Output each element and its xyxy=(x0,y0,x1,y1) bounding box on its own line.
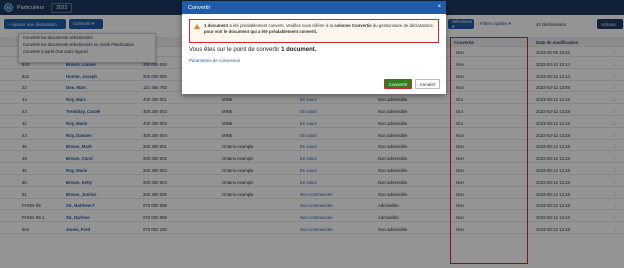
warning-text-2: du gestionnaire de déclarations xyxy=(371,23,433,28)
warning-icon xyxy=(194,24,200,29)
warning-text-1: a été préalablement converti. Veuillez v… xyxy=(228,23,335,28)
question-count: 1 document. xyxy=(281,47,317,53)
dialog-header: Convertir × xyxy=(182,1,446,14)
dialog-question: Vous êtes sur le point de convertir 1 do… xyxy=(189,47,316,53)
question-text: Vous êtes sur le point de convertir xyxy=(189,47,282,53)
cancel-button[interactable]: Annuler xyxy=(415,79,440,89)
warning-column-name: colonne Convertie xyxy=(334,23,372,28)
convert-dialog: Convertir × 1 document a été préalableme… xyxy=(182,1,446,94)
conversion-settings-link[interactable]: Paramètres de conversion xyxy=(189,58,240,63)
close-icon[interactable]: × xyxy=(437,4,441,10)
warning-message: 1 document a été préalablement converti.… xyxy=(189,19,439,43)
warning-count: 1 document xyxy=(204,23,229,28)
warning-tail: pour voir le document qui a été préalabl… xyxy=(204,29,318,34)
dialog-title: Convertir xyxy=(188,4,211,11)
convert-button[interactable]: Convertir xyxy=(384,79,412,89)
